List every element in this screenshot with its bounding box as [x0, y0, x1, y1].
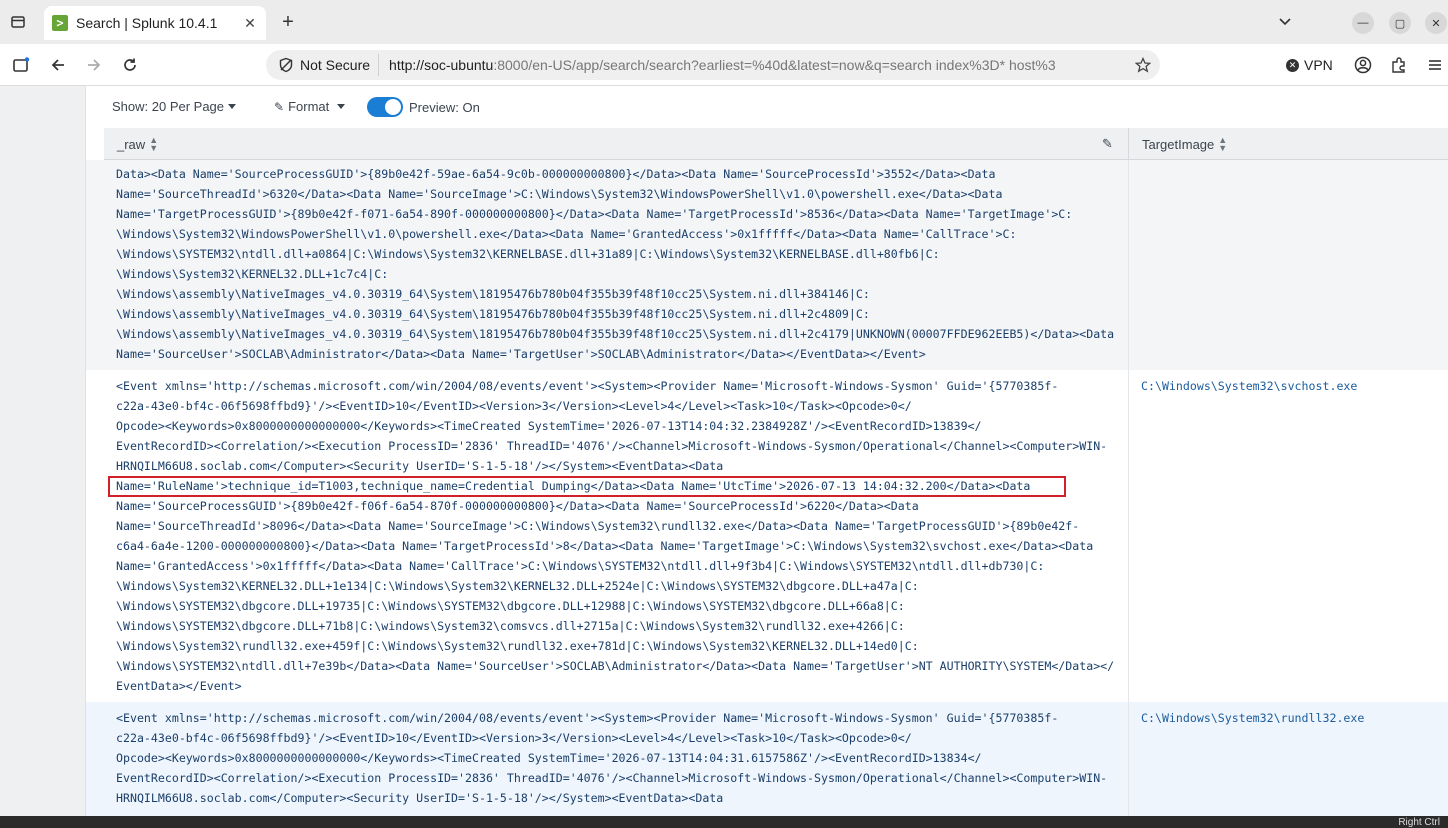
extensions-icon[interactable] [1388, 54, 1410, 76]
raw-event-text[interactable]: Data><Data Name='SourceProcessGUID'>{89b… [116, 164, 1126, 364]
raw-line[interactable]: \Windows\assembly\NativeImages_v4.0.3031… [116, 324, 1126, 344]
tab-list-icon[interactable] [8, 12, 28, 32]
raw-line[interactable]: \Windows\SYSTEM32\ntdll.dll+7e39b</Data>… [116, 656, 1126, 676]
raw-line[interactable]: \Windows\SYSTEM32\dbgcore.DLL+71b8|C:\wi… [116, 616, 1126, 636]
table-row[interactable]: <Event xmlns='http://schemas.microsoft.c… [86, 702, 1448, 816]
raw-line[interactable]: \Windows\assembly\NativeImages_v4.0.3031… [116, 284, 1126, 304]
raw-line[interactable]: Name='SourceThreadId'>8096</Data><Data N… [116, 516, 1126, 536]
tab-search-chevron-icon[interactable] [1275, 12, 1295, 32]
back-arrow-icon[interactable] [47, 54, 69, 76]
vpn-label: VPN [1304, 57, 1333, 73]
raw-line[interactable]: <Event xmlns='http://schemas.microsoft.c… [116, 376, 1126, 396]
raw-line[interactable]: \Windows\System32\KERNEL32.DLL+1e134|C:\… [116, 576, 1126, 596]
raw-line[interactable]: Name='SourceThreadId'>6320</Data><Data N… [116, 184, 1126, 204]
raw-line[interactable]: \Windows\System32\KERNEL32.DLL+1c7c4|C: [116, 264, 1126, 284]
pencil-icon: ✎ [274, 99, 285, 114]
sort-icon: ▲ ▼ [1218, 135, 1228, 153]
preview-label: Preview: On [409, 99, 480, 115]
results-table-header: _raw ▲ ▼ ✎ TargetImage ▲ ▼ [104, 128, 1448, 160]
format-dropdown[interactable]: ✎ Format [274, 99, 346, 114]
not-secure-icon [279, 57, 293, 73]
table-row[interactable]: Data><Data Name='SourceProcessGUID'>{89b… [86, 160, 1448, 370]
raw-line[interactable]: \Windows\System32\WindowsPowerShell\v1.0… [116, 224, 1126, 244]
vpn-status-icon: ✕ [1286, 58, 1299, 72]
active-tab[interactable]: > Search | Splunk 10.4.1 ✕ [44, 6, 266, 40]
preview-toggle[interactable]: Preview: On [367, 97, 480, 117]
results-toolbar: Show: 20 Per Page ✎ Format Preview: On [86, 86, 1448, 128]
bookmark-star-icon[interactable] [1132, 54, 1154, 76]
preview-switch[interactable] [367, 97, 403, 117]
raw-line[interactable]: c6a4-6a4e-1200-000000000800}</Data><Data… [116, 536, 1126, 556]
header-divider [1128, 128, 1129, 160]
forward-arrow-icon[interactable] [83, 54, 105, 76]
new-tab-icon[interactable]: + [278, 11, 298, 33]
target-image-cell[interactable]: C:\Windows\System32\svchost.exe [1141, 376, 1357, 396]
target-image-cell[interactable]: C:\Windows\System32\rundll32.exe [1141, 708, 1364, 728]
raw-line[interactable]: HRNQILM66U8.soclab.com</Computer><Securi… [116, 788, 1126, 808]
column-edit-pencil-icon[interactable]: ✎ [1102, 128, 1113, 160]
window-close-icon[interactable]: ✕ [1425, 12, 1447, 34]
raw-line[interactable]: Opcode><Keywords>0x8000000000000000</Key… [116, 748, 1126, 768]
tray-text: Right Ctrl [1398, 817, 1440, 828]
raw-line[interactable]: HRNQILM66U8.soclab.com</Computer><Securi… [116, 456, 1126, 476]
raw-line[interactable]: \Windows\assembly\NativeImages_v4.0.3031… [116, 304, 1126, 324]
raw-line[interactable]: \Windows\SYSTEM32\ntdll.dll+a0864|C:\Win… [116, 244, 1126, 264]
column-divider [1128, 160, 1129, 816]
per-page-label: Show: 20 Per Page [112, 99, 225, 114]
url-path: :8000/en-US/app/search/search?earliest=%… [493, 57, 1056, 73]
minimize-icon[interactable]: — [1352, 12, 1374, 34]
column-header-targetimage[interactable]: TargetImage ▲ ▼ [1142, 128, 1227, 160]
per-page-dropdown[interactable]: Show: 20 Per Page [112, 99, 237, 114]
raw-line[interactable]: Name='TargetProcessGUID'>{89b0e42f-f071-… [116, 204, 1126, 224]
sidebar-panel-icon[interactable] [10, 54, 32, 76]
tab-title: Search | Splunk 10.4.1 [76, 15, 218, 31]
raw-line[interactable]: Opcode><Keywords>0x8000000000000000</Key… [116, 416, 1126, 436]
raw-event-text[interactable]: <Event xmlns='http://schemas.microsoft.c… [116, 376, 1126, 696]
raw-line[interactable]: <Event xmlns='http://schemas.microsoft.c… [116, 708, 1126, 728]
not-secure-label: Not Secure [300, 57, 371, 73]
column-header-targetimage-label: TargetImage [1142, 136, 1215, 152]
address-bar[interactable]: Not Secure http://soc-ubuntu:8000/en-US/… [266, 50, 1160, 80]
raw-line[interactable]: EventRecordID><Correlation/><Execution P… [116, 768, 1126, 788]
reload-icon[interactable] [119, 54, 141, 76]
browser-toolbar: Not Secure http://soc-ubuntu:8000/en-US/… [0, 44, 1448, 86]
security-indicator[interactable]: Not Secure [274, 54, 380, 76]
left-gutter [0, 86, 86, 816]
raw-line[interactable]: \Windows\SYSTEM32\dbgcore.DLL+19735|C:\W… [116, 596, 1126, 616]
raw-line[interactable]: Data><Data Name='SourceProcessGUID'>{89b… [116, 164, 1126, 184]
raw-line[interactable]: Name='GrantedAccess'>0x1fffff</Data><Dat… [116, 556, 1126, 576]
column-header-raw[interactable]: _raw ▲ ▼ [117, 128, 158, 160]
raw-line[interactable]: Name='SourceUser'>SOCLAB\Administrator</… [116, 344, 1126, 364]
maximize-icon[interactable]: ▢ [1389, 12, 1411, 34]
raw-event-text[interactable]: <Event xmlns='http://schemas.microsoft.c… [116, 708, 1126, 808]
tab-close-icon[interactable]: ✕ [242, 15, 258, 31]
highlight-annotation-box [108, 476, 1066, 497]
url-text[interactable]: http://soc-ubuntu:8000/en-US/app/search/… [389, 57, 1132, 73]
format-caret-icon [337, 104, 346, 109]
format-label: Format [288, 99, 330, 114]
menu-icon[interactable] [1424, 54, 1446, 76]
taskbar: Right Ctrl [0, 816, 1448, 828]
raw-line[interactable]: Name='SourceProcessGUID'>{89b0e42f-f06f-… [116, 496, 1126, 516]
raw-line[interactable]: \Windows\System32\rundll32.exe+459f|C:\W… [116, 636, 1126, 656]
column-header-raw-label: _raw [117, 136, 146, 152]
vpn-button[interactable]: ✕ VPN [1286, 54, 1333, 76]
sort-icon: ▲ ▼ [149, 135, 159, 153]
raw-line[interactable]: c22a-43e0-bf4c-06f5698ffbd9}'/><EventID>… [116, 728, 1126, 748]
raw-line[interactable]: c22a-43e0-bf4c-06f5698ffbd9}'/><EventID>… [116, 396, 1126, 416]
raw-line[interactable]: EventRecordID><Correlation/><Execution P… [116, 436, 1126, 456]
url-host: http://soc-ubuntu [389, 57, 494, 73]
profile-icon[interactable] [1352, 54, 1374, 76]
splunk-page: Show: 20 Per Page ✎ Format Preview: On _r… [0, 86, 1448, 816]
table-row[interactable]: <Event xmlns='http://schemas.microsoft.c… [86, 370, 1448, 702]
per-page-caret-icon [228, 104, 237, 109]
raw-line[interactable]: EventData></Event> [116, 676, 1126, 696]
splunk-favicon-icon: > [52, 15, 68, 31]
browser-tab-strip: > Search | Splunk 10.4.1 ✕ + — ▢ ✕ [0, 0, 1448, 44]
